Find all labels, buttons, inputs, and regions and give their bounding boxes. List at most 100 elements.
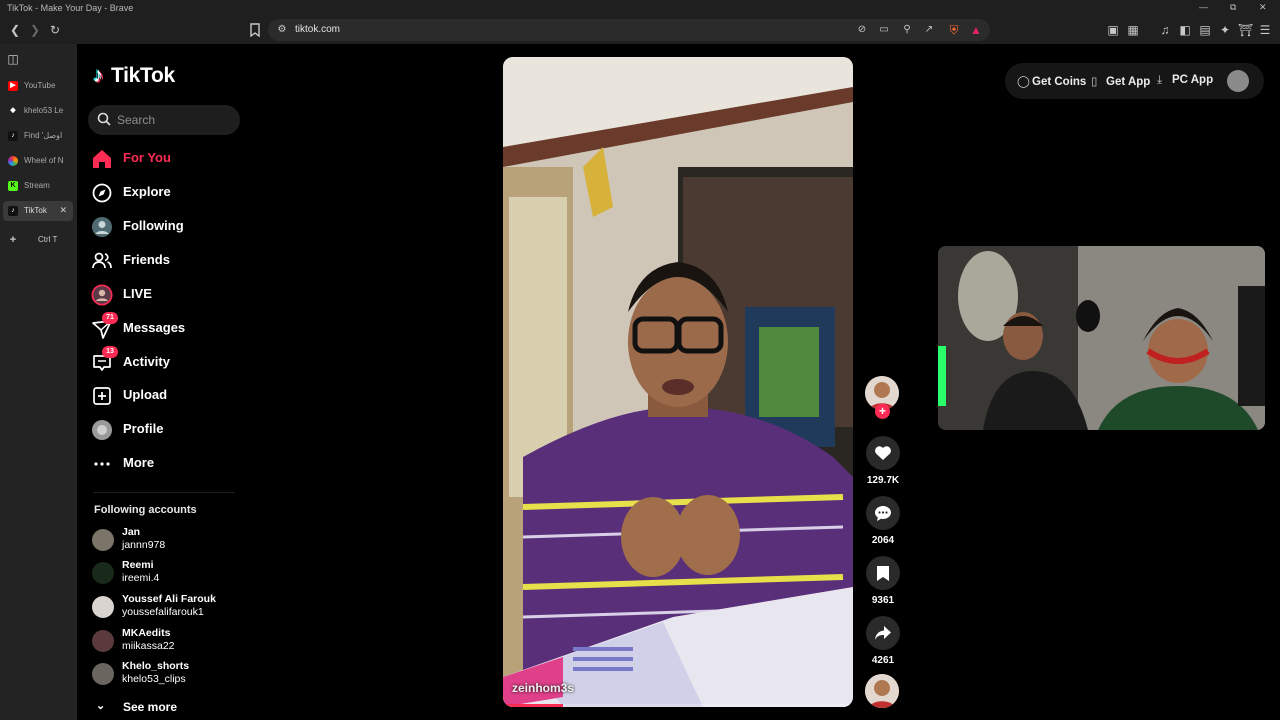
url-text: tiktok.com — [295, 24, 341, 35]
account-name: MKAedits — [122, 627, 171, 639]
see-more-label: See more — [123, 700, 178, 714]
nav-explore[interactable]: Explore — [91, 179, 241, 207]
media-icon[interactable]: ♫ — [1158, 23, 1172, 37]
pc-app-button[interactable]: ⤓ PC App — [1157, 74, 1213, 87]
home-icon — [93, 150, 111, 168]
nav-profile[interactable]: Profile — [91, 416, 241, 444]
following-accounts-title: Following accounts — [94, 504, 197, 516]
close-window-icon[interactable]: ✕ — [1259, 2, 1267, 13]
save-count: 9361 — [871, 595, 895, 606]
restore-icon[interactable]: ⧉ — [1230, 2, 1236, 13]
logo-text: TikTok — [111, 64, 175, 87]
tab-khelo53[interactable]: ◆ khelo53 Le — [3, 101, 73, 121]
search-input[interactable]: Search — [88, 105, 240, 135]
nav-upload[interactable]: Upload — [91, 382, 241, 410]
coin-icon: ◯ — [1017, 76, 1030, 88]
avatar — [92, 663, 114, 685]
nav-label: Following — [123, 218, 184, 233]
video-author[interactable]: zeinhom3s — [512, 681, 574, 695]
nav-label: Profile — [123, 421, 164, 436]
wheel-icon — [8, 156, 18, 166]
following-account-item[interactable]: Reemi ireemi.4 — [92, 558, 242, 588]
following-account-item[interactable]: Khelo_shorts khelo53_clips — [92, 659, 242, 689]
avatar — [92, 562, 114, 584]
nav-following[interactable]: Following — [91, 213, 241, 241]
get-coins-button[interactable]: ◯ Get Coins — [1017, 74, 1086, 88]
tiktok-page: ♪ TikTok Search For You Explore Following… — [77, 44, 1280, 720]
tab-stream[interactable]: K Stream — [3, 176, 73, 196]
back-icon[interactable]: ❮ — [8, 23, 22, 37]
menu-icon[interactable]: ☰ — [1258, 23, 1272, 37]
user-avatar[interactable] — [1227, 70, 1249, 92]
extensions-icon[interactable]: ▣ — [1106, 23, 1120, 37]
tab-wheel[interactable]: Wheel of N — [3, 151, 73, 171]
follow-plus-button[interactable]: + — [875, 404, 890, 419]
video-progress-fill — [503, 704, 563, 707]
tab-find[interactable]: ♪ Find 'اوصل — [3, 126, 73, 146]
following-account-item[interactable]: Youssef Ali Farouk youssefalifarouk1 — [92, 592, 242, 622]
account-handle: miikassa22 — [122, 640, 175, 652]
site-settings-icon[interactable]: ⚙ — [275, 23, 289, 37]
bookmark-icon[interactable] — [248, 23, 262, 38]
webcam-overlay — [938, 246, 1265, 430]
top-right-actions: ◯ Get Coins ▯ Get App ⤓ PC App — [1005, 63, 1264, 99]
nav-friends[interactable]: Friends — [91, 247, 241, 275]
new-tab-shortcut: Ctrl T — [38, 235, 58, 244]
tab-tiktok[interactable]: ♪ TikTok ✕ — [3, 201, 73, 221]
wallet-icon[interactable]: ▤ — [1198, 23, 1212, 37]
account-handle: youssefalifarouk1 — [122, 606, 204, 618]
bookmark-save-icon — [877, 566, 889, 581]
tab-youtube[interactable]: ▶ YouTube — [3, 76, 73, 96]
nav-activity[interactable]: 13 Activity — [91, 346, 241, 377]
sidebar-panel-icon[interactable]: ◫ — [6, 52, 20, 66]
nav-more[interactable]: More — [91, 450, 241, 478]
sound-avatar-image — [865, 674, 899, 708]
new-tab-button[interactable]: + Ctrl T — [3, 230, 73, 250]
heart-icon — [875, 446, 891, 460]
cast-icon[interactable]: ▭ — [877, 23, 891, 37]
no-tracking-icon[interactable]: ⊘ — [855, 23, 869, 37]
tiktok-logo[interactable]: ♪ TikTok — [93, 64, 175, 92]
address-bar[interactable]: ⚙ tiktok.com ⊘ ▭ ⚲ ↗ — [268, 19, 990, 41]
close-tab-icon[interactable]: ✕ — [59, 205, 67, 216]
zoom-icon[interactable]: ⚲ — [900, 23, 914, 37]
sidebar-toggle-icon[interactable]: ◧ — [1178, 23, 1192, 37]
video-frame-image — [503, 57, 853, 707]
tab-search-icon[interactable]: ▦ — [1126, 23, 1140, 37]
brave-rewards-icon[interactable]: ▲ — [969, 23, 983, 37]
phone-icon: ▯ — [1091, 76, 1098, 88]
following-account-item[interactable]: Jan jannn978 — [92, 525, 242, 555]
kick-icon: K — [8, 181, 18, 191]
nav-label: Activity — [123, 354, 170, 369]
youtube-icon: ▶ — [8, 81, 18, 91]
leo-ai-icon[interactable]: ✦ — [1218, 23, 1232, 37]
account-name: Khelo_shorts — [122, 660, 190, 672]
minimize-icon[interactable]: — — [1199, 2, 1208, 12]
tab-label: Wheel of N — [24, 156, 64, 165]
nav-label: Upload — [123, 387, 168, 402]
get-app-label: Get App — [1106, 76, 1151, 88]
nav-messages[interactable]: 71 Messages — [91, 312, 241, 343]
search-placeholder: Search — [117, 113, 156, 127]
nav-label: Friends — [123, 252, 170, 267]
pc-app-label: PC App — [1172, 74, 1214, 86]
brave-shields-icon[interactable]: ⛨ — [947, 23, 961, 37]
sound-avatar[interactable] — [865, 674, 899, 708]
account-handle: ireemi.4 — [122, 572, 160, 584]
reload-icon[interactable]: ↻ — [48, 23, 62, 37]
get-app-button[interactable]: ▯ Get App — [1091, 74, 1150, 88]
following-account-item[interactable]: MKAedits miikassa22 — [92, 626, 242, 656]
video-player[interactable]: zeinhom3s — [503, 57, 853, 707]
video-progress-bar[interactable] — [503, 704, 853, 707]
friends-icon — [92, 252, 112, 269]
tab-label: Find 'اوصل — [24, 131, 63, 140]
profile-avatar-icon — [92, 420, 112, 440]
forward-icon[interactable]: ❯ — [28, 23, 42, 37]
nav-live[interactable]: LIVE — [91, 281, 241, 309]
share-icon[interactable]: ↗ — [922, 23, 936, 37]
following-avatar-icon — [92, 217, 112, 237]
nav-for-you[interactable]: For You — [91, 145, 241, 173]
vpn-icon[interactable]: ⛩ — [1238, 23, 1253, 37]
live-icon — [91, 284, 113, 306]
tab-label: Stream — [24, 181, 50, 190]
